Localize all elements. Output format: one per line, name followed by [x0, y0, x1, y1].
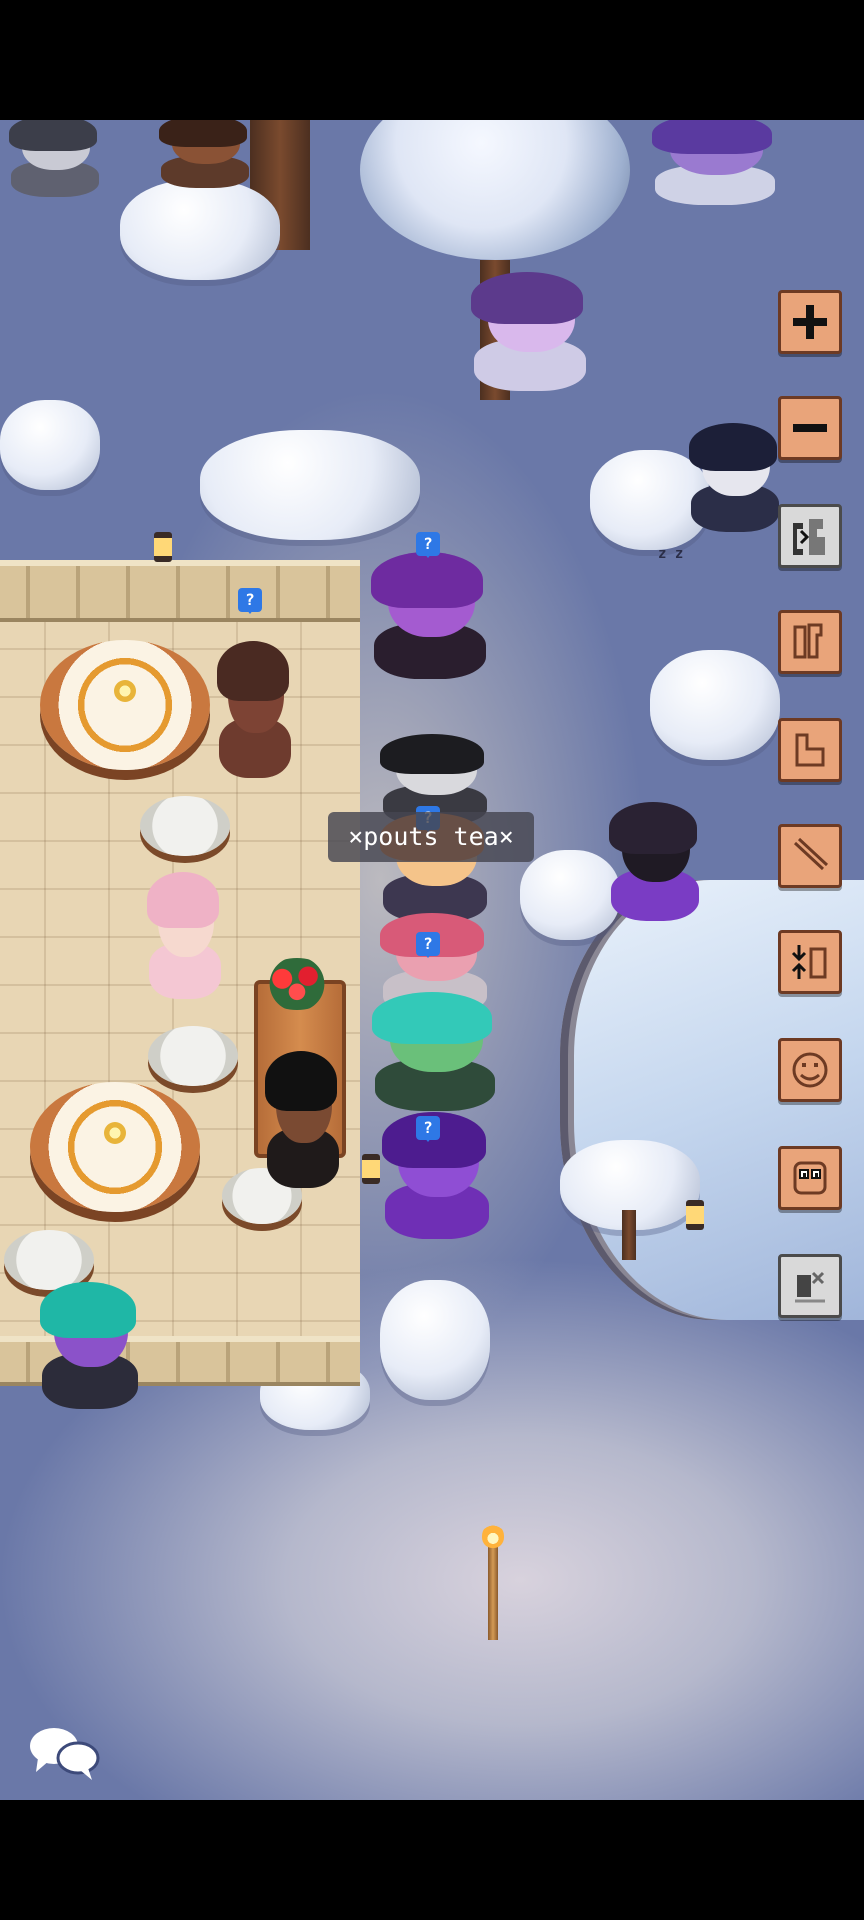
fly-pony-icon — [793, 837, 829, 871]
pony-navy-sleeping[interactable] — [680, 422, 790, 550]
sleeping-zzz: z z — [658, 546, 684, 562]
question-status-icon: ? — [416, 532, 440, 558]
turn-head-icon — [791, 945, 827, 979]
question-status-icon: ? — [416, 932, 440, 958]
stool — [4, 1230, 94, 1290]
pony-teal-purple[interactable] — [30, 1281, 150, 1430]
pony-purple-top[interactable] — [640, 120, 790, 220]
stool — [148, 1026, 238, 1086]
chat-button[interactable] — [26, 1722, 100, 1782]
tree-trunk — [622, 1210, 636, 1260]
stand-pony-icon — [793, 519, 825, 555]
look-face-icon — [793, 1161, 827, 1195]
zoom-out-button[interactable] — [778, 396, 842, 460]
snow-bush — [380, 1280, 490, 1400]
status-bar-area — [0, 0, 864, 120]
pony-purple-red[interactable] — [360, 551, 500, 700]
look-button[interactable] — [778, 1146, 842, 1210]
game-viewport[interactable]: z z ? ? ? ? ? ×pouts tea× — [0, 120, 864, 1800]
stool — [140, 796, 230, 856]
fly-button[interactable] — [778, 824, 842, 888]
lie-pony-icon — [795, 733, 825, 767]
snowy-tree-crown — [360, 120, 630, 260]
navigation-bar-area — [0, 1800, 864, 1920]
torch-post — [488, 1540, 498, 1640]
snow-bush — [0, 400, 100, 490]
round-table — [30, 1082, 200, 1212]
question-status-icon: ? — [238, 588, 262, 614]
pony-brown[interactable] — [210, 641, 300, 800]
lantern — [686, 1200, 704, 1230]
pony-grey-top[interactable] — [0, 120, 110, 210]
poinsettia-vase — [260, 958, 334, 1010]
pony-purple-sitting[interactable] — [600, 802, 710, 940]
chat-bubbles-icon — [30, 1728, 100, 1780]
cafe-wall-top — [0, 560, 360, 622]
question-status-icon: ? — [416, 1116, 440, 1142]
emote-speech-bubble: ×pouts tea× — [328, 812, 534, 862]
stand-button[interactable] — [778, 504, 842, 568]
sit-pony-icon — [793, 623, 823, 659]
snow-bush — [650, 650, 780, 760]
plus-icon — [793, 305, 827, 339]
pony-lavender[interactable] — [460, 272, 600, 410]
expression-button[interactable] — [778, 1038, 842, 1102]
pony-violet[interactable] — [372, 1111, 502, 1260]
action-button[interactable] — [778, 1254, 842, 1318]
lantern — [154, 532, 172, 562]
pony-pink-glasses[interactable] — [140, 871, 230, 1020]
turn-head-button[interactable] — [778, 930, 842, 994]
snow-bush — [200, 430, 420, 540]
action-icon — [795, 1271, 825, 1303]
zoom-in-button[interactable] — [778, 290, 842, 354]
expression-face-icon — [792, 1052, 828, 1088]
pony-brown-top[interactable] — [150, 120, 260, 200]
pony-black[interactable] — [258, 1051, 348, 1210]
torch-flame — [482, 1524, 504, 1548]
round-table — [40, 640, 210, 770]
minus-icon — [793, 424, 827, 432]
candle — [114, 680, 136, 702]
pony-teal-green[interactable] — [360, 992, 510, 1130]
sit-button[interactable] — [778, 610, 842, 674]
candle — [104, 1122, 126, 1144]
lie-button[interactable] — [778, 718, 842, 782]
